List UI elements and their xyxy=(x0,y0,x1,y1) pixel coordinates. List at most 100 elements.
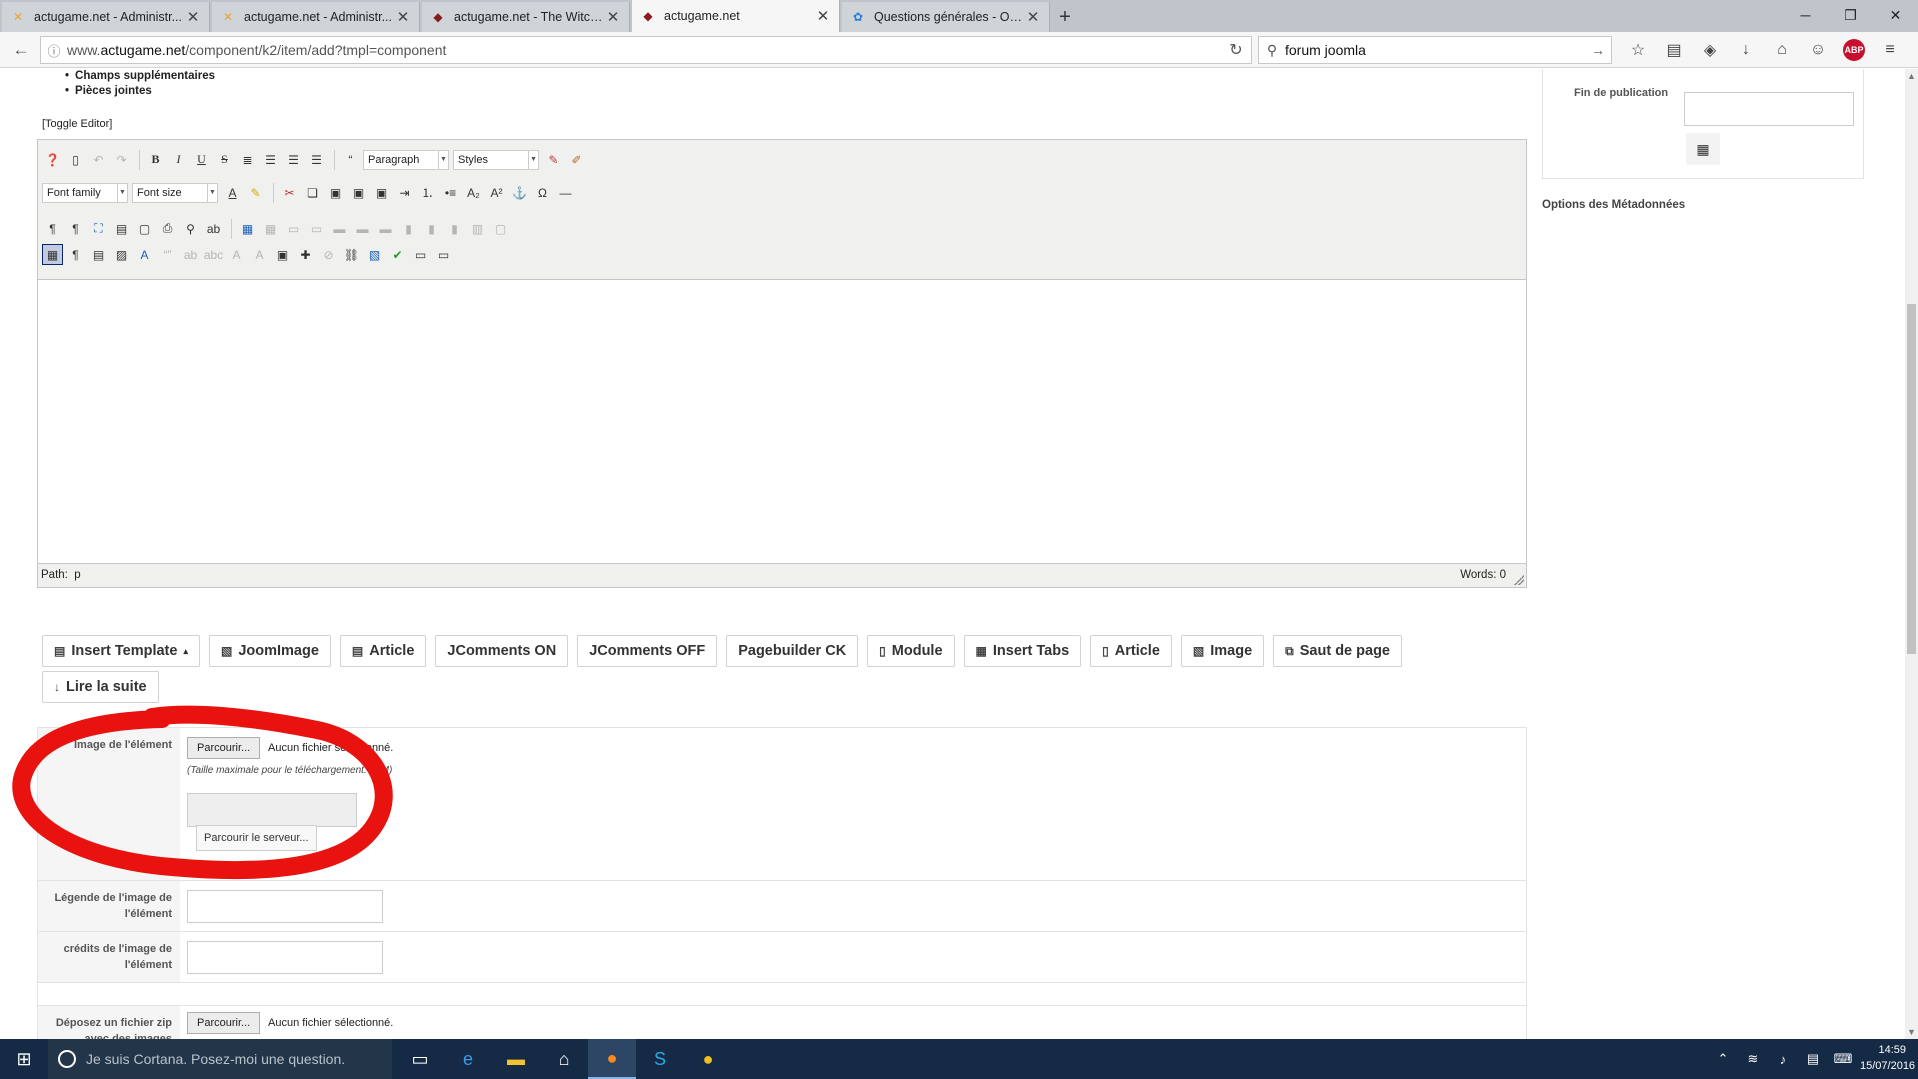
app-icon[interactable]: ● xyxy=(684,1039,732,1079)
notification-icon[interactable]: ▤ xyxy=(1798,1051,1828,1067)
bold-icon[interactable]: B xyxy=(145,149,166,170)
style-props-icon[interactable]: A xyxy=(134,244,155,265)
anchor-icon[interactable]: ⚓ xyxy=(509,182,530,203)
scroll-down-icon[interactable]: ▼ xyxy=(1905,1027,1918,1037)
back-icon[interactable]: ← xyxy=(6,35,36,65)
end-publication-input[interactable] xyxy=(1684,92,1854,126)
delete-table-icon[interactable]: ▦ xyxy=(260,218,281,239)
windows-start-icon[interactable]: ⊞ xyxy=(0,1039,48,1079)
chevron-up-icon[interactable]: ⌃ xyxy=(1708,1051,1738,1067)
jcomments-on-button[interactable]: JComments ON xyxy=(435,635,569,667)
image-icon[interactable]: ▨ xyxy=(111,244,132,265)
delete-text-icon[interactable]: A xyxy=(226,244,247,265)
visual-aid-icon[interactable]: ▦ xyxy=(42,244,63,265)
undo-icon[interactable]: ↶ xyxy=(88,149,109,170)
browse-server-button[interactable]: Parcourir le serveur... xyxy=(196,825,317,851)
align-center-icon[interactable]: ☰ xyxy=(283,149,304,170)
image-caption-input[interactable] xyxy=(187,890,383,923)
reading-list-icon[interactable]: ▤ xyxy=(1656,35,1692,65)
pagebreak-button[interactable]: ⧉ Saut de page xyxy=(1273,635,1402,667)
font-size-select[interactable]: Font size ▼ xyxy=(132,182,218,203)
scrollbar-thumb[interactable] xyxy=(1907,304,1916,654)
merge-cells-icon[interactable]: ▢ xyxy=(490,218,511,239)
insert-image-icon[interactable]: ▧ xyxy=(364,244,385,265)
search-input[interactable]: forum joomla xyxy=(1285,42,1585,58)
font-family-select[interactable]: Font family ▼ xyxy=(42,182,128,203)
browse-file-button[interactable]: Parcourir... xyxy=(187,737,261,759)
download-icon[interactable]: ↓ xyxy=(1728,35,1764,65)
align-left-icon[interactable]: ☰ xyxy=(260,149,281,170)
row-after-icon[interactable]: ▬ xyxy=(352,218,373,239)
bullet-list-icon[interactable]: •≡ xyxy=(440,182,461,203)
browser-tab[interactable]: ✕ actugame.net - Administr... ✕ xyxy=(212,2,420,32)
highlight-icon[interactable]: ✎ xyxy=(245,182,266,203)
jcomments-off-button[interactable]: JComments OFF xyxy=(577,635,718,667)
home-icon[interactable]: ⌂ xyxy=(1764,35,1800,65)
minimize-icon[interactable]: ─ xyxy=(1783,0,1828,30)
fullscreen-icon[interactable]: ⛶ xyxy=(88,218,109,239)
bookmark-star-icon[interactable]: ☆ xyxy=(1620,35,1656,65)
new-tab-button[interactable]: + xyxy=(1050,2,1080,32)
split-cells-icon[interactable]: ▥ xyxy=(467,218,488,239)
delete-row-icon[interactable]: ▬ xyxy=(375,218,396,239)
firefox-icon[interactable]: ● xyxy=(588,1039,636,1079)
link-icon[interactable]: ⛓ xyxy=(341,244,362,265)
menu-icon[interactable]: ≡ xyxy=(1872,35,1908,65)
cleanup-icon[interactable]: ✐ xyxy=(566,149,587,170)
spellcheck-icon[interactable]: ✔ xyxy=(387,244,408,265)
pocket-icon[interactable]: ◈ xyxy=(1692,35,1728,65)
edge-icon[interactable]: e xyxy=(444,1039,492,1079)
insert-template-button[interactable]: ▤ Insert Template ▴ xyxy=(42,635,200,667)
metadata-options-title[interactable]: Options des Métadonnées xyxy=(1542,199,1685,211)
article-link-button[interactable]: ▯ Article xyxy=(1090,635,1172,667)
indent-icon[interactable]: ⇥ xyxy=(394,182,415,203)
adblock-icon[interactable]: ABP xyxy=(1843,39,1865,61)
help-icon[interactable]: ❓ xyxy=(42,149,63,170)
close-icon[interactable]: ✕ xyxy=(1025,8,1041,26)
align-right-icon[interactable]: ☰ xyxy=(306,149,327,170)
cut-icon[interactable]: ✂ xyxy=(279,182,300,203)
close-icon[interactable]: ✕ xyxy=(185,8,201,26)
chat-icon[interactable]: ☺ xyxy=(1800,35,1836,65)
superscript-icon[interactable]: A² xyxy=(486,182,507,203)
template-icon[interactable]: ▤ xyxy=(111,218,132,239)
browser-tab[interactable]: ✕ actugame.net - Administr... ✕ xyxy=(2,2,210,32)
toggle-editor-link[interactable]: [Toggle Editor] xyxy=(42,118,112,130)
preview-icon[interactable]: ▢ xyxy=(134,218,155,239)
media-icon[interactable]: ▣ xyxy=(272,244,293,265)
joomimage-button[interactable]: ▧ JoomImage xyxy=(208,635,331,667)
close-icon[interactable]: ✕ xyxy=(815,7,831,25)
close-icon[interactable]: ✕ xyxy=(605,8,621,26)
acronym-icon[interactable]: abc xyxy=(203,244,224,265)
row-props-icon[interactable]: ▭ xyxy=(283,218,304,239)
paste-text-icon[interactable]: ▣ xyxy=(348,182,369,203)
numbered-list-icon[interactable]: ⒈ xyxy=(417,182,438,203)
volume-icon[interactable]: ♪ xyxy=(1768,1052,1798,1067)
skype-icon[interactable]: S xyxy=(636,1039,684,1079)
copy-icon[interactable]: ❏ xyxy=(302,182,323,203)
redo-icon[interactable]: ↷ xyxy=(111,149,132,170)
task-view-icon[interactable]: ▭ xyxy=(396,1039,444,1079)
strikethrough-icon[interactable]: S xyxy=(214,149,235,170)
calendar-icon[interactable]: ▦ xyxy=(1686,133,1720,165)
text-color-icon[interactable]: A xyxy=(222,182,243,203)
col-before-icon[interactable]: ▮ xyxy=(398,218,419,239)
close-window-icon[interactable]: ✕ xyxy=(1873,0,1918,30)
clock[interactable]: 14:59 15/07/2016 xyxy=(1860,1042,1915,1074)
cite-icon[interactable]: “” xyxy=(157,244,178,265)
module-button[interactable]: ▯ Module xyxy=(867,635,955,667)
italic-icon[interactable]: I xyxy=(168,149,189,170)
styles-select[interactable]: Styles ▼ xyxy=(453,149,539,170)
eraser-icon[interactable]: ✎ xyxy=(543,149,564,170)
paste-icon[interactable]: ▣ xyxy=(325,182,346,203)
scroll-up-icon[interactable]: ▲ xyxy=(1905,71,1918,81)
page-scrollbar[interactable]: ▲ ▼ xyxy=(1905,69,1918,1039)
justify-icon[interactable]: ≣ xyxy=(237,149,258,170)
abbr-icon[interactable]: ab xyxy=(180,244,201,265)
image-credits-input[interactable] xyxy=(187,941,383,974)
underline-icon[interactable]: U xyxy=(191,149,212,170)
col-after-icon[interactable]: ▮ xyxy=(421,218,442,239)
delete-col-icon[interactable]: ▮ xyxy=(444,218,465,239)
blockquote-icon[interactable]: “ xyxy=(340,149,361,170)
format-select[interactable]: Paragraph ▼ xyxy=(363,149,449,170)
